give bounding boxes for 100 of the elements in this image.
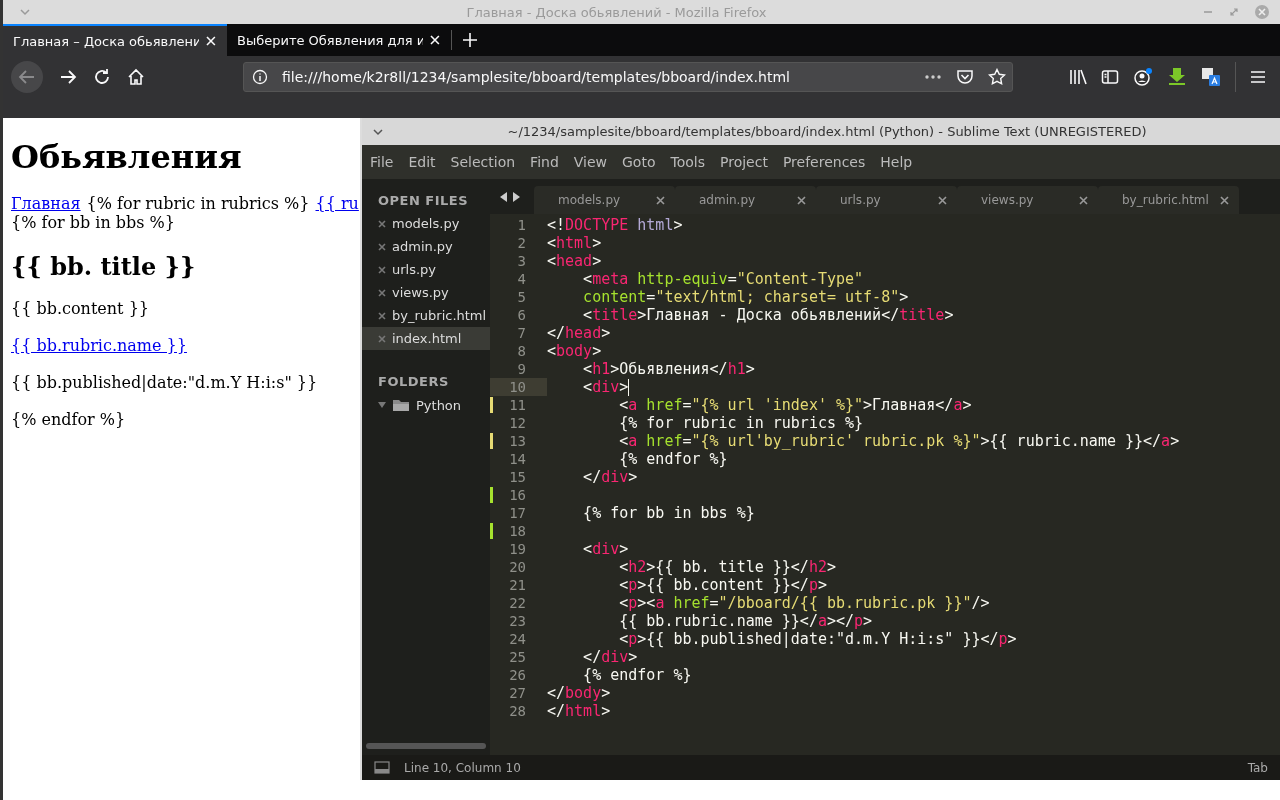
open-file-item[interactable]: urls.py [362, 258, 490, 281]
line-number: 15 [509, 468, 527, 486]
indentation-setting[interactable]: Tab [1247, 760, 1268, 775]
code-line: <meta http-equiv="Content-Type" [582, 270, 864, 288]
menu-item[interactable]: Project [720, 154, 768, 170]
line-number: 27 [509, 684, 527, 702]
chevron-down-icon[interactable] [372, 127, 384, 136]
code-line: </div> [582, 648, 638, 666]
post-title: {{ bb. title }} [11, 252, 196, 281]
code-line: {{ bb.rubric.name }}</a></p> [618, 612, 873, 630]
editor-tab[interactable]: by_rubric.html [1098, 186, 1239, 214]
more-icon[interactable] [924, 74, 942, 80]
code-line: </div> [582, 468, 638, 486]
menu-item[interactable]: Preferences [782, 154, 866, 170]
line-number: 12 [509, 414, 527, 432]
menu-item[interactable]: File [370, 154, 394, 170]
scrollbar[interactable] [366, 743, 486, 749]
library-icon[interactable] [1069, 68, 1087, 86]
forward-arrow-icon[interactable] [59, 68, 77, 86]
editor-tab[interactable]: urls.py [816, 186, 957, 214]
menu-item[interactable]: Edit [408, 154, 436, 170]
window-title: ~/1234/samplesite/bboard/templates/bboard/index.html (Python) - Sublime Text (UNREGISTERED) [506, 124, 1148, 139]
code-line: </body> [547, 684, 611, 702]
editor-tab[interactable]: views.py [957, 186, 1098, 214]
open-file-item[interactable]: index.html [362, 327, 490, 350]
text-cursor [628, 378, 630, 396]
section-heading: FOLDERS [377, 374, 450, 391]
line-number: 17 [509, 504, 527, 522]
code-line: {% for rubric in rubrics %} [618, 414, 864, 432]
code-line: <html> [547, 234, 602, 252]
page-link[interactable]: {{ bb.rubric.name }} [11, 336, 187, 355]
back-button[interactable] [11, 61, 43, 93]
line-number: 14 [509, 450, 527, 468]
menu-item[interactable]: Tools [670, 154, 705, 170]
code-line: </head> [547, 324, 611, 342]
line-number: 16 [509, 486, 527, 504]
menu-item[interactable]: View [573, 154, 607, 170]
line-number: 19 [509, 540, 527, 558]
line-number: 8 [517, 342, 527, 360]
page-link[interactable]: {{ ru [315, 194, 359, 213]
menu-item[interactable]: Find [530, 154, 559, 170]
line-number: 28 [509, 702, 527, 720]
right-arrow-icon[interactable] [513, 191, 520, 202]
code-line: <p>{{ bb.content }}</p> [618, 576, 827, 594]
code-line: <body> [547, 342, 602, 360]
template-text: {{ bb.published|date:"d.m.Y H:i:s" }} [11, 373, 318, 392]
menu-item[interactable]: Selection [450, 154, 516, 170]
menu-item[interactable]: Goto [622, 154, 656, 170]
panel-icon[interactable] [374, 761, 390, 774]
open-file-item[interactable]: views.py [362, 281, 490, 304]
line-number: 23 [509, 612, 527, 630]
code-line: <div> [582, 378, 629, 396]
code-line: <head> [547, 252, 602, 270]
address-bar[interactable]: file:///home/k2r8ll/1234/samplesite/bboard/templates/bboard/index.html [243, 62, 1013, 92]
open-file-item[interactable]: admin.py [362, 235, 490, 258]
folder-item[interactable]: Python [362, 393, 490, 417]
open-file-item[interactable]: by_rubric.html [362, 304, 490, 327]
line-number: 21 [509, 576, 527, 594]
editor-tab[interactable]: models.py [534, 186, 675, 214]
section-heading: OPEN FILES [377, 193, 470, 210]
line-number: 24 [509, 630, 527, 648]
download-icon[interactable] [1167, 67, 1187, 87]
page-link[interactable]: Главная [11, 194, 81, 213]
line-number: 2 [517, 234, 527, 252]
menu-icon[interactable] [1250, 70, 1266, 84]
code-line: <a href="{% url 'index' %}">Главная</a> [618, 396, 972, 414]
code-line: </html> [547, 702, 611, 720]
reload-icon[interactable] [93, 68, 111, 86]
account-icon[interactable] [1133, 67, 1153, 87]
editor-tab[interactable]: admin.py [675, 186, 816, 214]
star-icon[interactable] [988, 68, 1006, 86]
template-text: {{ bb.content }} [11, 299, 149, 318]
translate-icon[interactable] [1201, 67, 1221, 87]
code-line: {% for bb in bbs %} [582, 504, 755, 522]
menu-item[interactable]: Help [880, 154, 913, 170]
template-text: {% for rubric in rubrics %} [86, 194, 310, 213]
template-text: {% endfor %} [11, 410, 126, 429]
code-line: <p>{{ bb.published|date:"d.m.Y H:i:s" }}</p> [618, 630, 1017, 648]
code-line: <div> [582, 540, 629, 558]
page-heading: Обьявления [11, 138, 242, 176]
line-number: 13 [509, 432, 527, 450]
line-number: 6 [517, 306, 527, 324]
new-tab-icon[interactable] [462, 32, 478, 48]
sidebar-icon[interactable] [1101, 68, 1119, 86]
code-line: <title>Главная - Доска обьявлений</title> [582, 306, 954, 324]
folder-icon [392, 398, 410, 412]
line-number: 22 [509, 594, 527, 612]
disclosure-triangle-icon[interactable] [378, 401, 386, 409]
info-icon[interactable] [252, 69, 268, 85]
line-number: 11 [509, 396, 527, 414]
line-number: 10 [509, 378, 527, 396]
line-number: 18 [509, 522, 527, 540]
left-arrow-icon[interactable] [500, 191, 507, 202]
open-file-item[interactable]: models.py [362, 212, 490, 235]
code-line: <h2>{{ bb. title }}</h2> [618, 558, 836, 576]
code-line: content="text/html; charset= utf-8"> [582, 288, 909, 306]
home-icon[interactable] [127, 68, 145, 86]
code-line: <!DOCTYPE html> [547, 216, 683, 234]
pocket-icon[interactable] [956, 68, 974, 86]
line-number: 3 [517, 252, 527, 270]
